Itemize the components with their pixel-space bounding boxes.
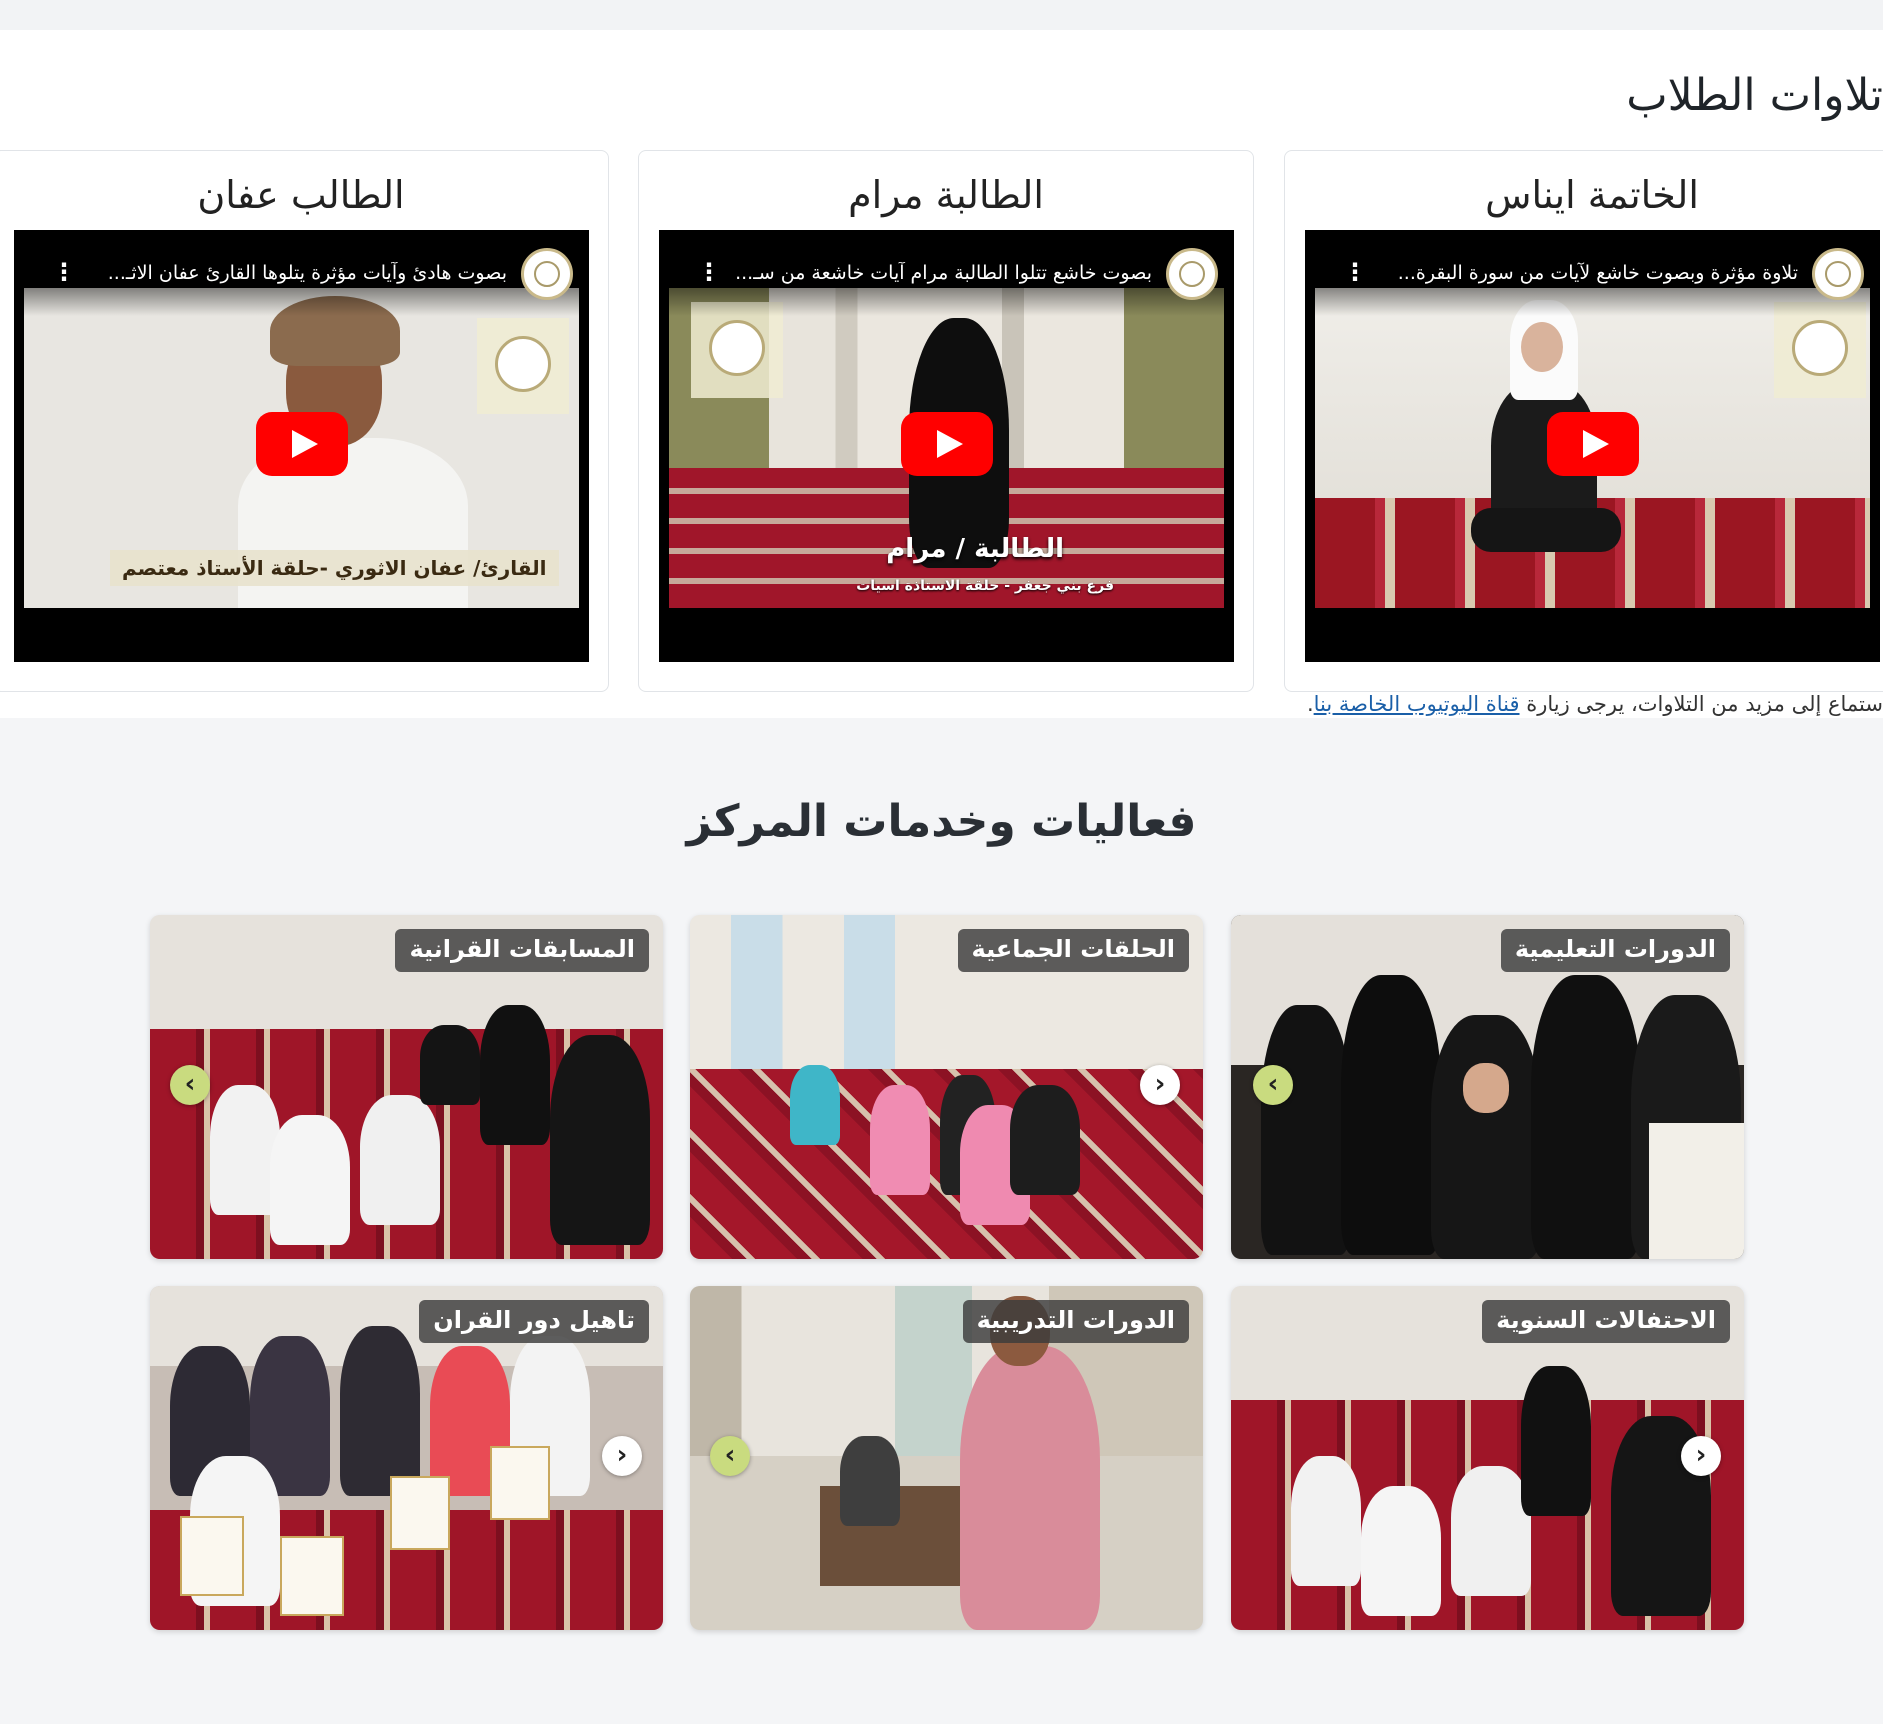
video-card-maram: الطالبة مرام الطالبة / مرام فرع بني جعفر…	[638, 150, 1254, 692]
video-caption[interactable]: بصوت هادئ وآيات مؤثرة يتلوها القارئ عفان…	[87, 262, 507, 284]
youtube-player[interactable]: تلاوة مؤثرة وبصوت خاشع لآيات من سورة الب…	[1305, 230, 1880, 662]
kebab-menu-icon[interactable]: ⋮	[52, 260, 76, 284]
recitations-section: تلاوات الطلاب الخاتمة ايناس تلاوة مؤثرة …	[0, 30, 1883, 718]
youtube-player[interactable]: القارئ/ عفان الاثوري -حلقة الأستاذ معتصم…	[14, 230, 589, 662]
youtube-channel-note: ستماع إلى مزيد من التلاوات، يرجى زيارة ق…	[1307, 692, 1883, 716]
channel-logo[interactable]	[1166, 248, 1218, 300]
channel-logo[interactable]	[521, 248, 573, 300]
video-caption[interactable]: بصوت خاشع تتلوا الطالبة مرام آيات خاشعة …	[732, 262, 1152, 284]
tile-label: الاحتفالات السنوية	[1482, 1300, 1730, 1343]
chevron-right-icon[interactable]: ›	[602, 1436, 642, 1476]
video-overlay-branch: فرع بني جعفر - حلقة الاستاذة اسيات	[856, 578, 1114, 594]
video-overlay-name: الطالبة / مرام	[886, 534, 1064, 564]
note-text: ستماع إلى مزيد من التلاوات، يرجى زيارة	[1519, 692, 1883, 716]
top-band	[0, 0, 1883, 30]
service-tile-quran-houses[interactable]: تاهيل دور القران ›	[150, 1286, 663, 1630]
video-overlay-name: القارئ/ عفان الاثوري -حلقة الأستاذ معتصم	[110, 550, 559, 586]
service-tile-group-circles[interactable]: الحلقات الجماعية ›	[690, 915, 1203, 1259]
video-card-affan: الطالب عفان القارئ/ عفان الاثوري -حلقة ا…	[0, 150, 609, 692]
kebab-menu-icon[interactable]: ⋮	[1343, 260, 1367, 284]
chevron-right-icon[interactable]: ›	[1681, 1436, 1721, 1476]
youtube-channel-link[interactable]: قناة اليوتيوب الخاصة بنا	[1314, 692, 1520, 716]
center-logo-badge	[1774, 302, 1866, 398]
center-logo-badge	[477, 318, 569, 414]
video-card-title: الطالب عفان	[197, 173, 405, 217]
service-tile-competitions[interactable]: المسابقات القرانية ‹	[150, 915, 663, 1259]
chevron-left-icon[interactable]: ‹	[1253, 1065, 1293, 1105]
youtube-play-icon[interactable]	[900, 412, 993, 476]
center-logo-badge	[691, 302, 783, 398]
chevron-left-icon[interactable]: ‹	[710, 1436, 750, 1476]
youtube-play-icon[interactable]	[255, 412, 348, 476]
video-card-title: الطالبة مرام	[848, 173, 1044, 217]
tile-label: الدورات التعليمية	[1500, 929, 1730, 972]
chevron-right-icon[interactable]: ›	[1140, 1065, 1180, 1105]
service-tile-training-courses[interactable]: الدورات التدريبية ‹	[690, 1286, 1203, 1630]
tile-label: الدورات التدريبية	[962, 1300, 1189, 1343]
youtube-player[interactable]: الطالبة / مرام فرع بني جعفر - حلقة الاست…	[659, 230, 1234, 662]
youtube-play-icon[interactable]	[1546, 412, 1639, 476]
recitations-title: تلاوات الطلاب	[1626, 70, 1883, 121]
chevron-left-icon[interactable]: ‹	[170, 1065, 210, 1105]
tile-label: الحلقات الجماعية	[957, 929, 1189, 972]
tile-label: المسابقات القرانية	[395, 929, 649, 972]
note-period: .	[1306, 692, 1314, 716]
service-tile-annual-celebrations[interactable]: الاحتفالات السنوية ›	[1231, 1286, 1744, 1630]
services-title: فعاليات وخدمات المركز	[686, 796, 1197, 847]
video-card-enas: الخاتمة ايناس تلاوة مؤثرة وبصوت خاشع لآي…	[1284, 150, 1883, 692]
video-caption[interactable]: تلاوة مؤثرة وبصوت خاشع لآيات من سورة الب…	[1378, 262, 1798, 284]
service-tile-courses[interactable]: الدورات التعليمية ‹	[1231, 915, 1744, 1259]
kebab-menu-icon[interactable]: ⋮	[697, 260, 721, 284]
channel-logo[interactable]	[1812, 248, 1864, 300]
video-card-title: الخاتمة ايناس	[1485, 173, 1699, 217]
tile-label: تاهيل دور القران	[419, 1300, 649, 1343]
